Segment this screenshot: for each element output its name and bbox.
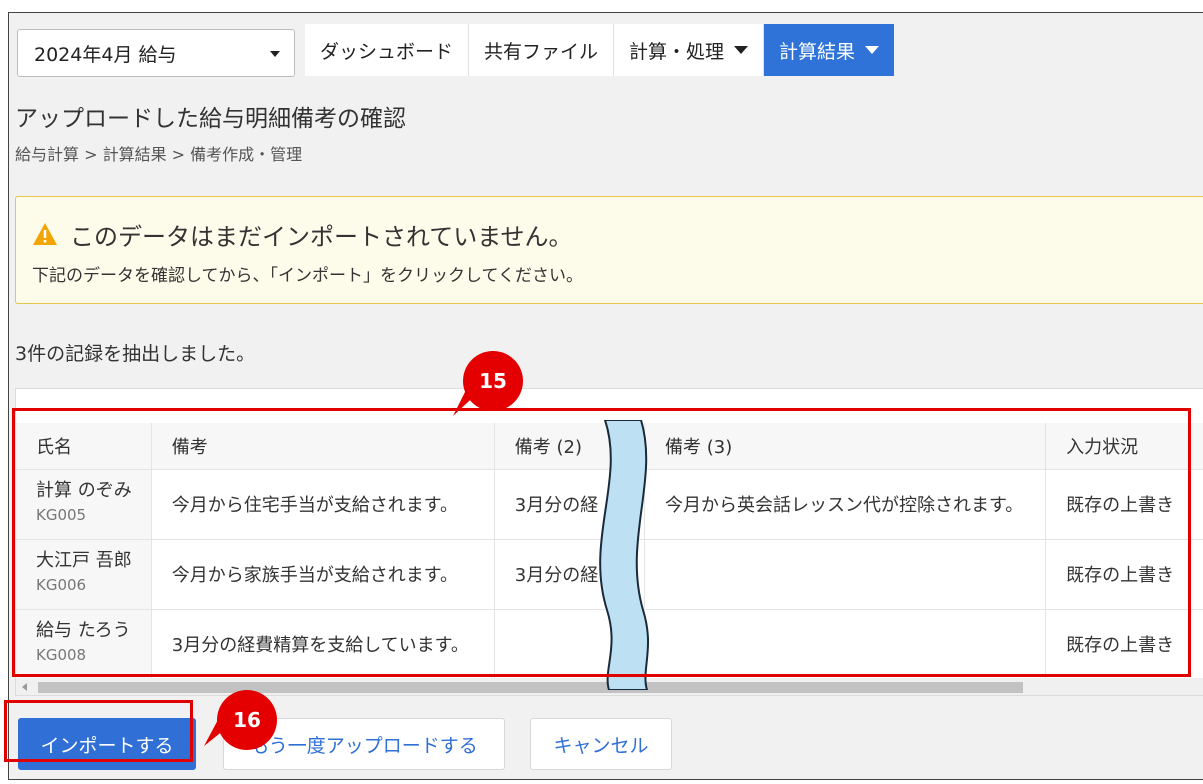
tab-label: 共有ファイル <box>484 40 599 63</box>
import-button-label: インポートする <box>40 734 174 757</box>
note-cell: 今月から家族手当が支給されます。 <box>151 539 495 610</box>
period-select[interactable]: 2024年4月 給与 <box>17 29 295 77</box>
column-header-note2: 備考 (2) <box>494 423 646 470</box>
alert-body: 下記のデータを確認してから、「インポート」をクリックしてください。 <box>32 266 583 286</box>
caret-down-icon <box>865 46 880 54</box>
top-navigation: 2024年4月 給与 ダッシュボード 共有ファイル 計算・処理 計算結果 <box>9 24 1203 78</box>
cancel-button-label: キャンセル <box>553 734 649 757</box>
note2-cell <box>494 609 646 680</box>
status-cell: 既存の上書き <box>1045 609 1203 680</box>
tab-results[interactable]: 計算結果 <box>764 24 895 76</box>
note3-cell <box>644 539 1047 610</box>
note-cell: 今月から住宅手当が支給されます。 <box>151 469 495 540</box>
caret-down-icon <box>270 51 280 57</box>
column-header-note: 備考 <box>151 423 495 470</box>
preview-table-container[interactable]: 氏名 備考 備考 (2) 備考 (3) 入力状況 計算 のぞみ KG005 今月… <box>15 388 1203 696</box>
breadcrumb: 給与計算 > 計算結果 > 備考作成・管理 <box>15 145 303 164</box>
callout-badge-16: 16 <box>217 690 277 750</box>
table-header-row: 氏名 備考 備考 (2) 備考 (3) 入力状況 <box>16 423 1203 470</box>
horizontal-scrollbar[interactable] <box>16 678 1203 695</box>
note3-cell: 今月から英会話レッスン代が控除されます。 <box>644 469 1047 540</box>
tab-label: ダッシュボード <box>320 40 454 63</box>
note3-cell <box>644 609 1047 680</box>
employee-name: 計算 のぞみ <box>36 479 132 501</box>
column-header-name: 氏名 <box>16 423 152 470</box>
status-cell: 既存の上書き <box>1045 469 1203 540</box>
warning-alert: このデータはまだインポートされていません。 下記のデータを確認してから、「インポ… <box>15 196 1203 304</box>
preview-table: 氏名 備考 備考 (2) 備考 (3) 入力状況 計算 のぞみ KG005 今月… <box>16 423 1203 680</box>
tab-shared-files[interactable]: 共有ファイル <box>469 24 615 76</box>
alert-title: このデータはまだインポートされていません。 <box>70 223 573 251</box>
employee-code: KG008 <box>36 645 87 664</box>
nav-tabs: ダッシュボード 共有ファイル 計算・処理 計算結果 <box>305 24 895 76</box>
employee-name: 給与 たろう <box>36 619 131 641</box>
warning-icon <box>33 223 57 245</box>
scrollbar-thumb[interactable] <box>38 682 1023 693</box>
callout-badge-15: 15 <box>463 351 523 411</box>
status-cell: 既存の上書き <box>1045 539 1203 610</box>
caret-down-icon <box>734 46 749 54</box>
employee-code: KG005 <box>36 505 87 524</box>
column-header-note3: 備考 (3) <box>644 423 1047 470</box>
badge-label: 15 <box>479 369 507 393</box>
employee-code: KG006 <box>36 575 87 594</box>
employee-cell: 大江戸 吾郎 KG006 <box>16 539 152 610</box>
tab-dashboard[interactable]: ダッシュボード <box>305 24 470 76</box>
column-header-status: 入力状況 <box>1045 423 1203 470</box>
reupload-button-label: もう一度アップロードする <box>250 734 478 757</box>
import-button[interactable]: インポートする <box>18 718 196 770</box>
note2-cell: 3月分の経 <box>494 539 646 610</box>
table-row: 計算 のぞみ KG005 今月から住宅手当が支給されます。 3月分の経 今月から… <box>16 469 1203 540</box>
table-row: 給与 たろう KG008 3月分の経費精算を支給しています。 既存の上書き <box>16 609 1203 680</box>
employee-name: 大江戸 吾郎 <box>36 549 132 571</box>
tab-label: 計算・処理 <box>629 40 725 63</box>
app-frame: 2024年4月 給与 ダッシュボード 共有ファイル 計算・処理 計算結果 アップ… <box>8 12 1203 780</box>
cancel-button[interactable]: キャンセル <box>530 718 672 770</box>
page-title: アップロードした給与明細備考の確認 <box>15 106 406 132</box>
tab-calculation[interactable]: 計算・処理 <box>614 24 765 76</box>
period-select-value: 2024年4月 給与 <box>34 43 177 66</box>
note2-cell: 3月分の経 <box>494 469 646 540</box>
badge-label: 16 <box>233 708 261 732</box>
employee-cell: 給与 たろう KG008 <box>16 609 152 680</box>
scroll-left-icon[interactable] <box>22 683 27 691</box>
employee-cell: 計算 のぞみ KG005 <box>16 469 152 540</box>
note-cell: 3月分の経費精算を支給しています。 <box>151 609 495 680</box>
tab-label: 計算結果 <box>779 40 856 63</box>
table-row: 大江戸 吾郎 KG006 今月から家族手当が支給されます。 3月分の経 既存の上… <box>16 539 1203 610</box>
record-summary: 3件の記録を抽出しました。 <box>15 343 256 365</box>
